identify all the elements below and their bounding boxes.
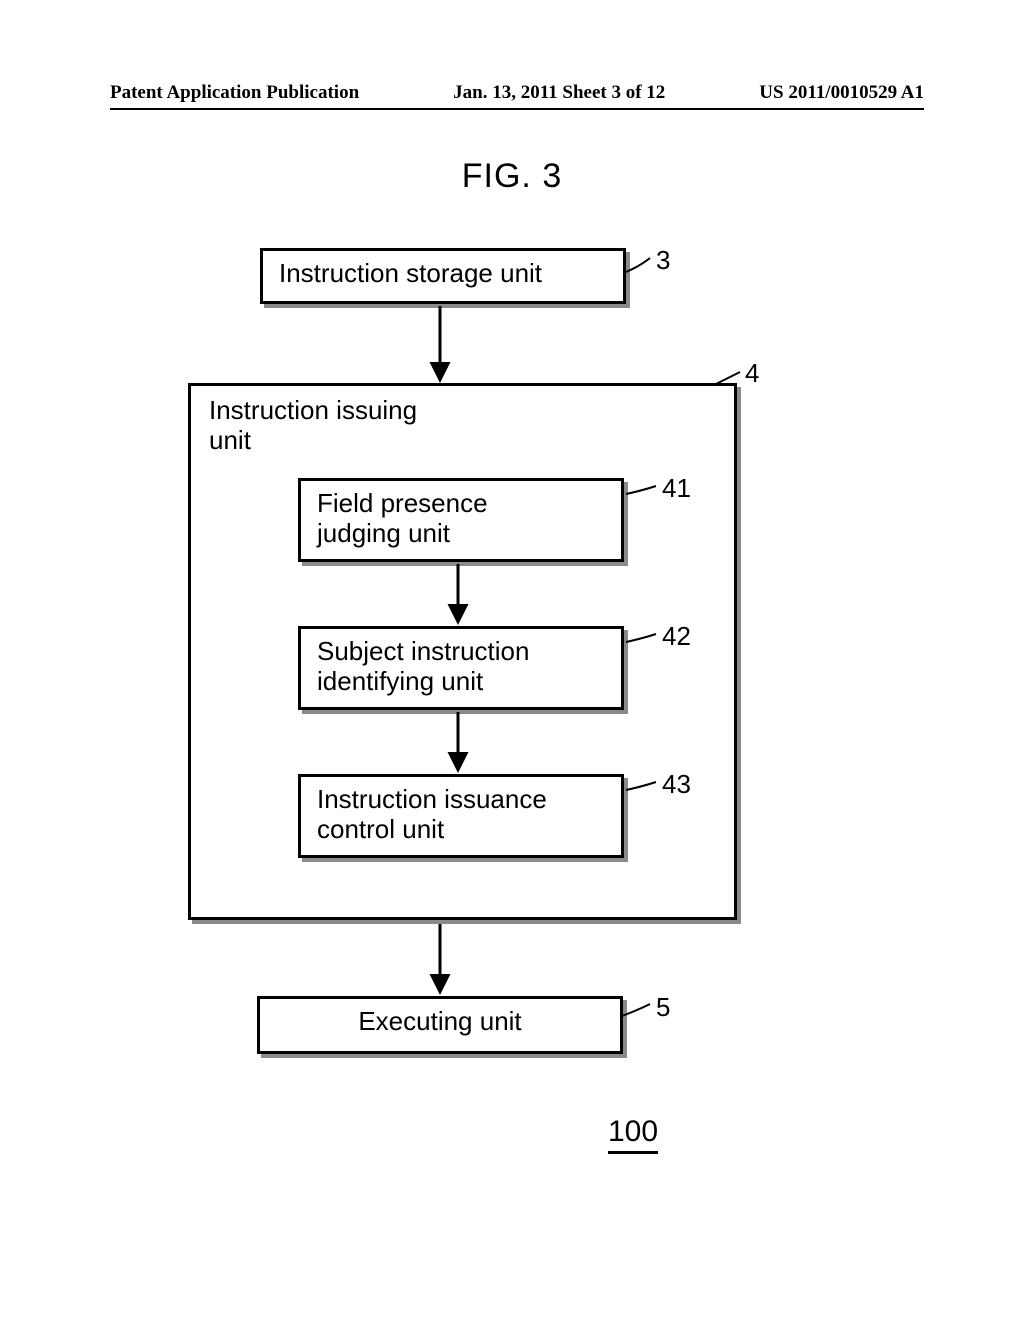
leader-5 <box>622 1004 650 1016</box>
leader-43 <box>626 782 656 790</box>
leader-4 <box>716 372 740 384</box>
leader-42 <box>626 634 656 642</box>
page: Patent Application Publication Jan. 13, … <box>0 0 1024 1320</box>
leader-41 <box>626 486 656 494</box>
diagram-connectors <box>0 0 1024 1320</box>
leader-3 <box>626 258 650 272</box>
